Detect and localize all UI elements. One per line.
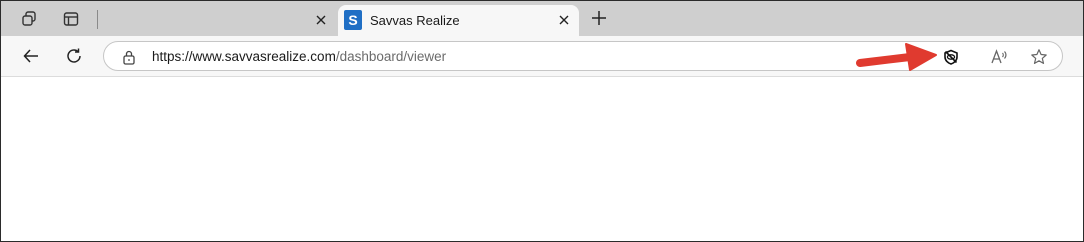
refresh-icon (67, 48, 81, 63)
tab-strip: S Savvas Realize (1, 1, 1083, 36)
star-icon (1031, 49, 1047, 64)
url-text[interactable]: https://www.savvasrealize.com/dashboard/… (152, 49, 446, 64)
tab-strip-divider (97, 10, 98, 29)
savvas-favicon-icon: S (344, 10, 362, 30)
refresh-button[interactable] (61, 43, 87, 69)
favicon-letter: S (348, 12, 358, 28)
browser-window: S Savvas Realize https://www.savvasreali… (0, 0, 1084, 242)
workspaces-icon (22, 11, 36, 26)
tab-close-button[interactable] (312, 11, 330, 29)
read-aloud-button[interactable] (988, 46, 1010, 68)
read-aloud-icon (991, 49, 1007, 64)
workspaces-button[interactable] (16, 5, 44, 33)
favorites-button[interactable] (1028, 46, 1050, 68)
tracking-prevention-icon (944, 49, 958, 65)
close-icon (559, 15, 569, 25)
back-button[interactable] (18, 43, 44, 69)
close-icon (316, 15, 326, 25)
tracking-prevention-button[interactable] (940, 46, 962, 68)
url-domain: https://www.savvasrealize.com (152, 49, 336, 64)
tab-active[interactable]: S Savvas Realize (338, 5, 579, 36)
annotation-arrow-icon (856, 43, 937, 71)
new-tab-button[interactable] (587, 6, 611, 30)
plus-icon (592, 11, 606, 25)
tab-close-button[interactable] (555, 11, 573, 29)
tab-actions-button[interactable] (57, 5, 85, 33)
tab-inactive[interactable] (105, 5, 336, 36)
tab-title: Savvas Realize (370, 13, 460, 28)
tab-actions-icon (63, 12, 79, 26)
url-path: /dashboard/viewer (335, 49, 447, 64)
page-content (1, 77, 1083, 241)
back-arrow-icon (23, 49, 38, 63)
lock-icon[interactable] (122, 49, 136, 65)
